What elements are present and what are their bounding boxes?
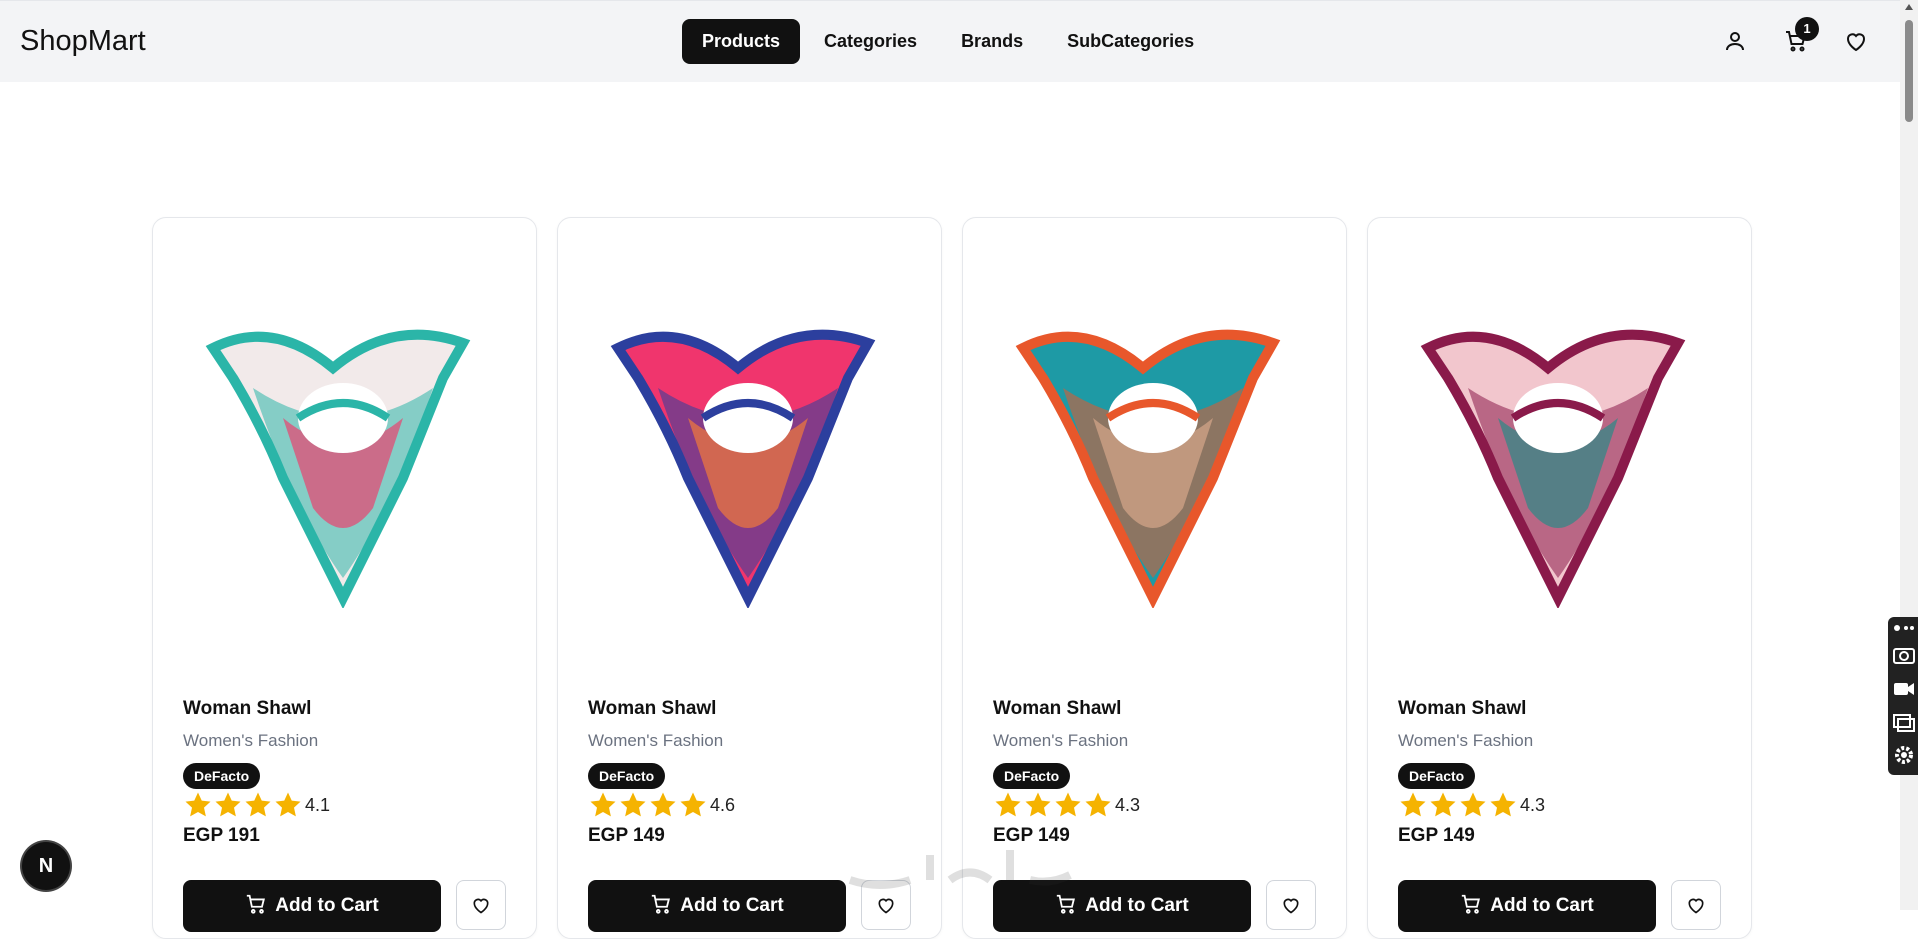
product-rating: 4.3 bbox=[1398, 790, 1545, 820]
product-image[interactable] bbox=[193, 308, 493, 608]
nav-categories[interactable]: Categories bbox=[804, 19, 937, 64]
star-icon bbox=[1460, 792, 1486, 817]
product-category: Women's Fashion bbox=[588, 731, 724, 750]
product-title[interactable]: Woman Shawl bbox=[588, 698, 716, 720]
watermark-logo bbox=[848, 850, 1072, 889]
wishlist-button[interactable] bbox=[456, 880, 506, 930]
brand-badge: DeFacto bbox=[1398, 763, 1476, 789]
star-icon bbox=[1430, 792, 1456, 817]
screen-tools-strip bbox=[1888, 617, 1918, 775]
product-card[interactable]: Woman Shawl Women's Fashion DeFacto 4.3 … bbox=[1367, 217, 1752, 939]
heart-icon bbox=[878, 898, 894, 914]
cart-count-badge: 1 bbox=[1795, 17, 1819, 41]
windows-icon[interactable] bbox=[1892, 711, 1916, 735]
product-category: Women's Fashion bbox=[1398, 731, 1534, 750]
star-icon bbox=[1085, 792, 1111, 817]
brand-badge: DeFacto bbox=[183, 763, 261, 789]
add-to-cart-button[interactable]: Add to Cart bbox=[588, 880, 846, 932]
star-icon bbox=[995, 792, 1021, 817]
star-icon bbox=[620, 792, 646, 817]
product-image[interactable] bbox=[1003, 308, 1303, 608]
product-price: EGP 191 bbox=[183, 825, 260, 846]
nav-subcategories[interactable]: SubCategories bbox=[1047, 19, 1214, 64]
product-card[interactable]: Woman Shawl Women's Fashion DeFacto 4.1 … bbox=[152, 217, 537, 939]
add-to-cart-button[interactable]: Add to Cart bbox=[183, 880, 441, 932]
pin-icon[interactable] bbox=[1892, 621, 1916, 635]
nav-brands[interactable]: Brands bbox=[941, 19, 1043, 64]
product-price: EGP 149 bbox=[1398, 825, 1475, 846]
add-to-cart-label: Add to Cart bbox=[680, 895, 784, 916]
heart-icon[interactable] bbox=[1844, 29, 1868, 53]
star-icon bbox=[215, 792, 241, 817]
product-image[interactable] bbox=[598, 308, 898, 608]
scroll-up-arrow[interactable] bbox=[1905, 4, 1913, 10]
cart-icon bbox=[652, 894, 671, 914]
user-icon[interactable] bbox=[1723, 29, 1747, 53]
brand-badge: DeFacto bbox=[993, 763, 1071, 789]
star-icon bbox=[1055, 792, 1081, 817]
nextjs-dev-badge[interactable]: N bbox=[22, 842, 70, 890]
product-category: Women's Fashion bbox=[993, 731, 1129, 750]
product-card[interactable]: Woman Shawl Women's Fashion DeFacto 4.6 … bbox=[557, 217, 942, 939]
star-icon bbox=[1490, 792, 1516, 817]
add-to-cart-label: Add to Cart bbox=[1490, 895, 1594, 916]
product-title[interactable]: Woman Shawl bbox=[993, 698, 1121, 720]
rating-value: 4.3 bbox=[1520, 794, 1546, 815]
cart-icon bbox=[1462, 894, 1481, 914]
product-card[interactable]: Woman Shawl Women's Fashion DeFacto 4.3 … bbox=[962, 217, 1347, 939]
heart-icon bbox=[1688, 898, 1704, 914]
add-to-cart-label: Add to Cart bbox=[275, 895, 379, 916]
nav-products[interactable]: Products bbox=[682, 19, 801, 64]
video-icon[interactable] bbox=[1892, 677, 1916, 701]
gear-icon[interactable] bbox=[1892, 743, 1916, 767]
cart-icon bbox=[247, 894, 266, 914]
star-icon bbox=[590, 792, 616, 817]
product-price: EGP 149 bbox=[588, 825, 665, 846]
cart-icon bbox=[1057, 894, 1076, 914]
main-nav: Products Categories Brands SubCategories bbox=[682, 19, 1218, 64]
logo[interactable]: ShopMart bbox=[20, 25, 146, 58]
camera-icon[interactable] bbox=[1892, 643, 1916, 667]
star-icon bbox=[185, 792, 211, 817]
rating-value: 4.3 bbox=[1115, 794, 1141, 815]
wishlist-button[interactable] bbox=[1266, 880, 1316, 930]
rating-value: 4.1 bbox=[305, 794, 331, 815]
add-to-cart-label: Add to Cart bbox=[1085, 895, 1189, 916]
star-icon bbox=[650, 792, 676, 817]
star-icon bbox=[1400, 792, 1426, 817]
product-image[interactable] bbox=[1408, 308, 1708, 608]
star-icon bbox=[1025, 792, 1051, 817]
product-title[interactable]: Woman Shawl bbox=[183, 698, 311, 720]
rating-value: 4.6 bbox=[710, 794, 736, 815]
product-title[interactable]: Woman Shawl bbox=[1398, 698, 1526, 720]
add-to-cart-button[interactable]: Add to Cart bbox=[1398, 880, 1656, 932]
star-icon bbox=[275, 792, 301, 817]
star-icon bbox=[680, 792, 706, 817]
brand-badge: DeFacto bbox=[588, 763, 666, 789]
wishlist-button[interactable] bbox=[1671, 880, 1721, 930]
product-rating: 4.6 bbox=[588, 790, 735, 820]
heart-icon bbox=[1283, 898, 1299, 914]
product-rating: 4.1 bbox=[183, 790, 330, 820]
scroll-thumb[interactable] bbox=[1905, 20, 1913, 122]
star-icon bbox=[245, 792, 271, 817]
product-category: Women's Fashion bbox=[183, 731, 319, 750]
heart-icon bbox=[473, 898, 489, 914]
product-rating: 4.3 bbox=[993, 790, 1140, 820]
site-header: ShopMart Products Categories Brands SubC… bbox=[0, 0, 1900, 82]
